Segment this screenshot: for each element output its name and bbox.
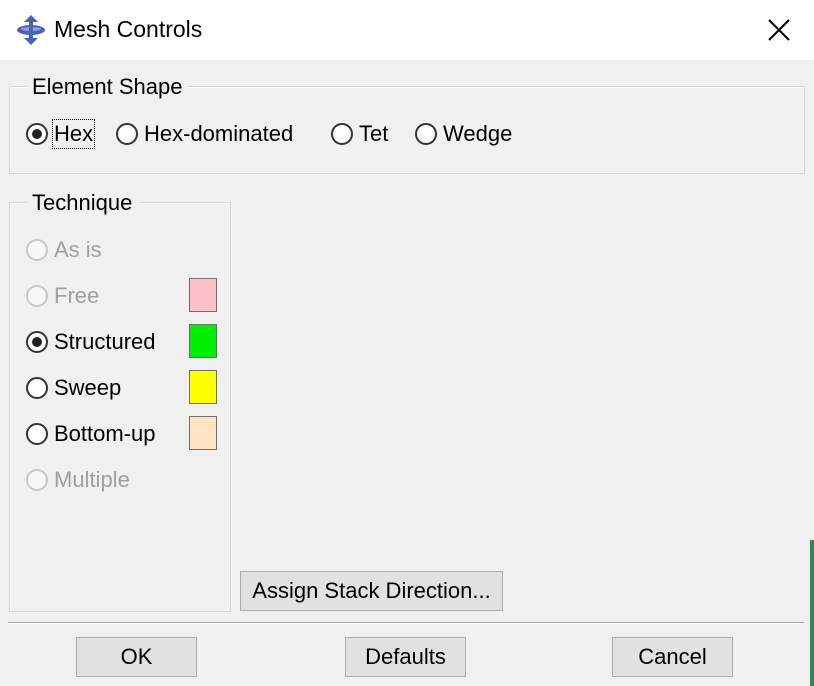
radio-multiple[interactable]: Multiple (26, 467, 130, 493)
radio-hex-label: Hex (51, 119, 96, 149)
radio-multiple-label: Multiple (54, 467, 130, 492)
radio-button[interactable] (331, 123, 353, 145)
radio-wedge[interactable]: Wedge (415, 121, 512, 147)
radio-structured-label: Structured (54, 329, 156, 354)
free-color-swatch (189, 278, 217, 312)
cancel-button[interactable]: Cancel (612, 637, 733, 677)
radio-button[interactable] (26, 123, 48, 145)
close-icon (768, 19, 790, 41)
radio-as-is[interactable]: As is (26, 237, 102, 263)
structured-color-swatch (189, 324, 217, 358)
close-button[interactable] (744, 0, 814, 60)
radio-button[interactable] (26, 239, 48, 261)
technique-title: Technique (26, 191, 139, 215)
radio-sweep[interactable]: Sweep (26, 375, 121, 401)
element-shape-title: Element Shape (26, 75, 189, 99)
radio-structured[interactable]: Structured (26, 329, 156, 355)
background-window-edge (810, 540, 814, 686)
sweep-color-swatch (189, 370, 217, 404)
abaqus-app-icon (17, 15, 45, 45)
radio-button[interactable] (415, 123, 437, 145)
bottom-up-color-swatch (189, 416, 217, 450)
radio-button[interactable] (26, 377, 48, 399)
radio-bottom-up[interactable]: Bottom-up (26, 421, 156, 447)
technique-group: Technique (9, 191, 231, 612)
radio-free-label: Free (54, 283, 100, 308)
radio-tet-label: Tet (359, 121, 389, 146)
radio-bottom-up-label: Bottom-up (54, 421, 156, 446)
dialog-separator (8, 622, 804, 624)
assign-stack-direction-button[interactable]: Assign Stack Direction... (240, 571, 503, 611)
ok-button[interactable]: OK (76, 637, 197, 677)
radio-button[interactable] (26, 285, 48, 307)
radio-as-is-label: As is (54, 237, 102, 262)
radio-hex-dominated[interactable]: Hex-dominated (116, 121, 293, 147)
radio-hex-dominated-label: Hex-dominated (144, 121, 294, 146)
radio-sweep-label: Sweep (54, 375, 122, 400)
radio-button[interactable] (26, 423, 48, 445)
mesh-controls-dialog: Mesh Controls Element Shape Hex Hex-domi… (0, 0, 814, 686)
radio-button[interactable] (26, 331, 48, 353)
radio-hex[interactable]: Hex (26, 119, 96, 149)
radio-button[interactable] (116, 123, 138, 145)
defaults-button[interactable]: Defaults (345, 637, 466, 677)
title-bar: Mesh Controls (0, 0, 814, 60)
window-title: Mesh Controls (54, 16, 203, 42)
radio-wedge-label: Wedge (443, 121, 513, 146)
radio-tet[interactable]: Tet (331, 121, 388, 147)
radio-button[interactable] (26, 469, 48, 491)
radio-free[interactable]: Free (26, 283, 99, 309)
